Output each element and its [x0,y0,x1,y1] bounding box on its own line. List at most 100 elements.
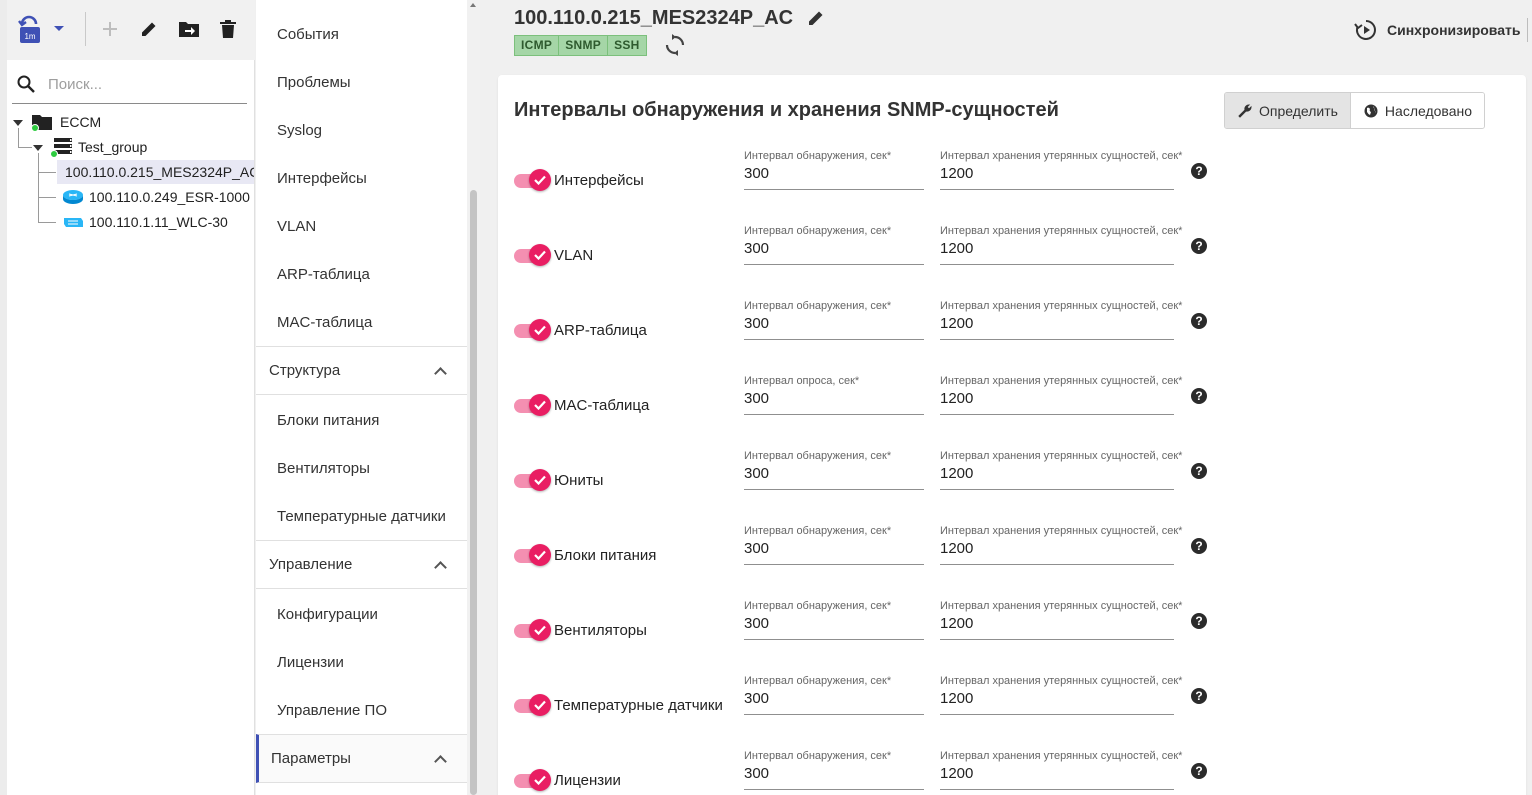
nav-item-syslog[interactable]: Syslog [256,106,467,154]
interval-row-vlan: VLAN Интервал обнаружения, сек* Интервал х… [514,225,1214,285]
discovery-interval-input[interactable] [744,690,924,707]
scroll-up-arrow-icon[interactable] [470,3,476,7]
nav-section-label: Параметры [271,750,351,767]
enable-toggle[interactable] [514,169,551,191]
lock-refresh-button[interactable]: 1m [15,14,45,44]
discovery-interval-input[interactable] [744,165,924,182]
enable-toggle[interactable] [514,319,551,341]
nav-section-parameters[interactable]: Параметры [256,734,467,783]
enable-toggle[interactable] [514,619,551,641]
nav-item-temperature-sensors[interactable]: Температурные датчики [256,492,467,540]
header-divider [1527,18,1528,42]
search-input[interactable] [48,74,238,94]
trash-icon [220,20,236,38]
field-label: Интервал хранения утерянных сущностей, с… [940,150,1183,162]
retention-interval-input[interactable] [940,390,1174,407]
help-icon[interactable]: ? [1191,688,1207,704]
discovery-interval-input[interactable] [744,315,924,332]
enable-toggle[interactable] [514,394,551,416]
tree-node-group[interactable]: Test_group [50,135,147,159]
discovery-interval-input[interactable] [744,540,924,557]
add-button[interactable] [95,14,125,44]
retention-interval-input[interactable] [940,540,1174,557]
enable-toggle[interactable] [514,544,551,566]
field-label: Интервал хранения утерянных сущностей, с… [940,750,1183,762]
sync-icon[interactable] [664,34,686,56]
enable-toggle[interactable] [514,244,551,266]
row-label: Вентиляторы [554,622,647,639]
retention-interval-field: Интервал хранения утерянных сущностей, с… [940,525,1182,565]
expand-caret-icon[interactable] [13,120,23,126]
expand-caret-icon[interactable] [33,145,43,151]
check-icon [534,175,546,185]
help-icon[interactable]: ? [1191,763,1207,779]
nav-item-vlan[interactable]: VLAN [256,202,467,250]
retention-interval-input[interactable] [940,315,1174,332]
check-icon [534,325,546,335]
move-button[interactable] [174,14,204,44]
retention-interval-input[interactable] [940,615,1174,632]
discovery-interval-field: Интервал обнаружения, сек* [744,225,924,265]
inherited-mode-button[interactable]: Наследовано [1350,93,1485,128]
search-icon [17,75,35,93]
field-label: Интервал обнаружения, сек* [744,525,892,537]
toggle-knob [529,169,551,191]
toolbar-dropdown[interactable] [49,14,69,44]
help-icon[interactable]: ? [1191,163,1207,179]
nav-item-mac-table[interactable]: MAC-таблица [256,298,467,346]
nav-section-management[interactable]: Управление [256,540,467,589]
toolbar-separator [85,12,86,46]
discovery-interval-input[interactable] [744,465,924,482]
tree-node-root[interactable]: ECCM [30,110,101,134]
help-icon[interactable]: ? [1191,238,1207,254]
pencil-icon[interactable] [806,8,826,28]
help-icon[interactable]: ? [1191,388,1207,404]
retention-interval-input[interactable] [940,165,1174,182]
nav-section-structure[interactable]: Структура [256,346,467,395]
nav-item-software-management[interactable]: Управление ПО [256,686,467,734]
delete-button[interactable] [213,14,243,44]
check-icon [534,400,546,410]
discovery-interval-input[interactable] [744,765,924,782]
tree-node-device[interactable]: 100.110.0.249_ESR-1000 [57,185,250,209]
nav-item-power-supplies[interactable]: Блоки питания [256,396,467,444]
help-icon[interactable]: ? [1191,538,1207,554]
check-icon [534,775,546,785]
enable-toggle[interactable] [514,769,551,791]
retention-interval-input[interactable] [940,765,1174,782]
help-icon[interactable]: ? [1191,463,1207,479]
tree-toolbar: 1m [7,0,255,60]
edit-button[interactable] [134,14,164,44]
nav-item-interfaces[interactable]: Интерфейсы [256,154,467,202]
scroll-thumb[interactable] [470,190,477,795]
nav-item-arp-table[interactable]: ARP-таблица [256,250,467,298]
enable-toggle[interactable] [514,694,551,716]
toggle-knob [529,319,551,341]
check-icon [534,250,546,260]
nav-item-problems[interactable]: Проблемы [256,58,467,106]
nav-item-fans[interactable]: Вентиляторы [256,444,467,492]
help-icon[interactable]: ? [1191,613,1207,629]
help-icon[interactable]: ? [1191,313,1207,329]
nav-item-licenses[interactable]: Лицензии [256,638,467,686]
retention-interval-input[interactable] [940,690,1174,707]
nav-item-configurations[interactable]: Конфигурации [256,590,467,638]
discovery-interval-input[interactable] [744,390,924,407]
nav-item-events[interactable]: События [256,10,467,58]
enable-toggle[interactable] [514,469,551,491]
protocol-badge-snmp: SNMP [559,36,609,55]
define-mode-button[interactable]: Определить [1225,93,1351,128]
nav-scrollbar[interactable] [467,0,480,795]
discovery-interval-field: Интервал обнаружения, сек* [744,525,924,565]
tree-node-device[interactable]: 100.110.1.11_WLC-30 [57,210,228,234]
discovery-interval-input[interactable] [744,240,924,257]
plus-icon [103,22,117,36]
retention-interval-field: Интервал хранения утерянных сущностей, с… [940,225,1182,265]
retention-interval-input[interactable] [940,465,1174,482]
synchronize-button[interactable]: Синхронизировать [1354,16,1520,44]
retention-interval-input[interactable] [940,240,1174,257]
interval-row-temperature-sensors: Температурные датчики Интервал обнаружени… [514,675,1214,735]
interval-row-licenses: Лицензии Интервал обнаружения, сек* Интерв… [514,750,1214,795]
tree-node-device[interactable]: 100.110.0.215_MES2324P_AC [57,160,254,184]
discovery-interval-input[interactable] [744,615,924,632]
